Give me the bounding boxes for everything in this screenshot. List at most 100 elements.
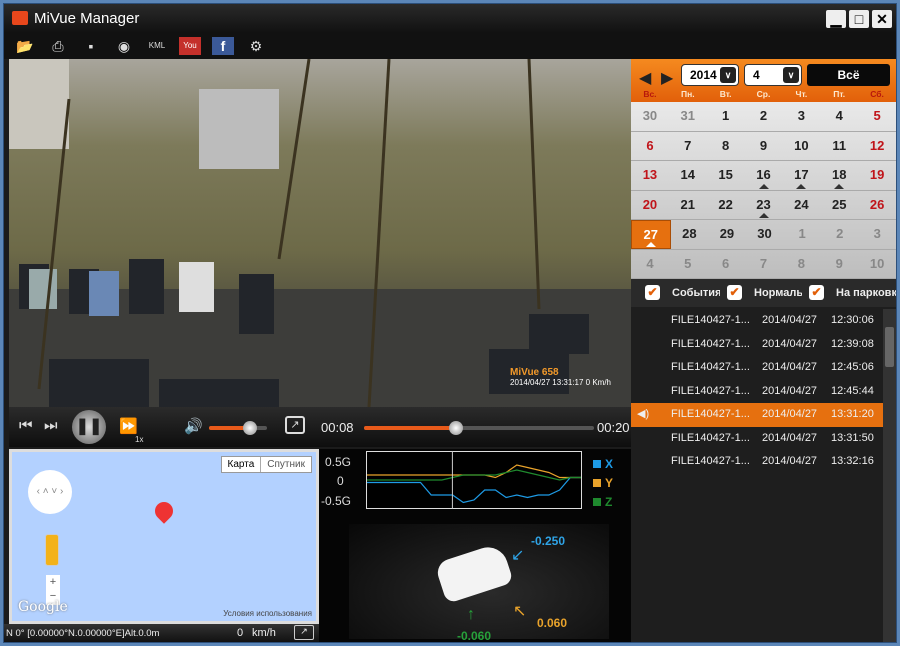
kml-export-icon[interactable]: KML [146,37,168,55]
day-number: 2 [836,226,844,241]
zoom-in-button[interactable]: + [46,575,60,589]
calendar-day[interactable]: 11 [820,132,858,161]
year-select[interactable]: 2014 ∨ [681,64,739,86]
calendar-day[interactable]: 21 [669,191,707,220]
file-list-item[interactable]: FILE140427-1... 2014/04/27 12:30:06 [631,309,883,333]
pause-button[interactable]: ❚❚ [72,410,106,444]
calendar-day[interactable]: 27 [631,220,671,249]
next-frame-button[interactable]: ⏭ [44,417,58,434]
filter-checkbox[interactable]: ✔ [727,285,742,300]
calendar-day[interactable]: 15 [707,161,745,190]
calendar-day[interactable]: 31 [669,102,707,131]
calendar-day[interactable]: 17 [782,161,820,190]
calendar-day[interactable]: 3 [858,220,896,249]
show-all-button[interactable]: Всё [807,64,890,86]
calendar-day[interactable]: 1 [783,220,821,249]
calendar-day[interactable]: 3 [782,102,820,131]
calendar-day[interactable]: 16 [745,161,783,190]
calendar-day[interactable]: 26 [858,191,896,220]
calendar-day[interactable]: 6 [631,132,669,161]
calendar-day[interactable]: 20 [631,191,669,220]
map-expand-button[interactable]: ↗ [294,625,314,640]
calendar-day[interactable]: 19 [858,161,896,190]
speed-unit-dropdown[interactable]: km/h [252,627,276,639]
calendar-day[interactable]: 7 [669,132,707,161]
file-time: 13:31:50 [831,431,874,444]
calendar-day[interactable]: 22 [707,191,745,220]
volume-icon[interactable]: 🔊 [184,417,203,435]
g-value-y: 0.060 [537,616,568,630]
calendar-day[interactable]: 1 [707,102,745,131]
map-tab[interactable]: Карта [222,457,261,472]
calendar-day[interactable]: 23 [745,191,783,220]
filter-checkbox[interactable]: ✔ [809,285,824,300]
settings-icon[interactable]: ⚙ [245,37,267,55]
print-icon[interactable]: ⎙ [47,37,69,55]
calendar-day[interactable]: 25 [820,191,858,220]
volume-slider[interactable] [209,421,267,435]
next-month-button[interactable]: ▶ [661,68,673,88]
satellite-tab[interactable]: Спутник [260,457,311,472]
calendar-day[interactable]: 9 [745,132,783,161]
day-number: 31 [680,108,696,123]
calendar-day[interactable]: 8 [782,250,820,279]
calendar-day[interactable]: 9 [820,250,858,279]
day-number: 8 [722,137,730,153]
calendar-day[interactable]: 10 [782,132,820,161]
calendar-day[interactable]: 5 [858,102,896,131]
month-select[interactable]: 4 ∨ [744,64,802,86]
calendar-day[interactable]: 2 [745,102,783,131]
arrow-y-icon: ↖ [513,603,527,620]
calendar-day[interactable]: 29 [708,220,746,249]
calendar-day[interactable]: 14 [669,161,707,190]
calendar-day[interactable]: 4 [820,102,858,131]
calendar-day[interactable]: 5 [669,250,707,279]
calendar-day[interactable]: 8 [707,132,745,161]
day-number: 22 [718,196,733,212]
day-number: 10 [794,137,809,153]
pan-control[interactable]: ‹ ˄ ˅ › [28,470,72,514]
calendar-day[interactable]: 30 [631,102,669,131]
filter-label: События [672,287,720,299]
file-list-item[interactable]: FILE140427-1... 2014/04/27 12:39:08 [631,333,883,357]
progress-slider[interactable] [364,421,594,435]
facebook-icon[interactable]: f [212,37,234,55]
video-player[interactable]: MiVue 658 2014/04/27 13:31:17 0 Km/h [9,59,631,407]
day-number: 20 [642,196,658,212]
gps-status-bar: N 0° [0.00000°N.0.00000°E]Alt.0.0m 0 km/… [4,624,319,642]
filter-checkbox[interactable]: ✔ [645,285,660,300]
calendar-day[interactable]: 10 [858,250,896,279]
minimize-button[interactable]: ▁ [826,10,846,28]
file-list-scrollbar[interactable] [883,309,896,642]
file-list-item[interactable]: FILE140427-1... 2014/04/27 13:32:16 [631,450,883,474]
calendar-day[interactable]: 4 [631,250,669,279]
calendar-day[interactable]: 28 [671,220,709,249]
map-view[interactable]: Карта Спутник ‹ ˄ ˅ › + − Google Условия и… [9,449,319,624]
calendar-day[interactable]: 2 [821,220,859,249]
save-icon[interactable]: ▪ [80,37,102,55]
file-time: 13:32:16 [831,455,874,467]
fullscreen-button[interactable]: ↗ [285,416,305,434]
file-list-item[interactable]: FILE140427-1... 2014/04/27 12:45:44 [631,380,883,404]
calendar-day[interactable]: 13 [631,161,669,190]
file-list-item[interactable]: ◀) FILE140427-1... 2014/04/27 13:31:20 [631,403,883,427]
prev-month-button[interactable]: ◀ [639,68,651,88]
terms-link[interactable]: Условия использования [223,609,312,618]
close-button[interactable]: ✕ [872,10,892,28]
youtube-icon[interactable]: You [179,37,201,55]
calendar-day[interactable]: 12 [858,132,896,161]
calendar-day[interactable]: 6 [707,250,745,279]
street-view-pegman-icon[interactable] [45,534,59,566]
snapshot-icon[interactable]: ◉ [113,37,135,55]
maximize-button[interactable]: □ [849,10,869,28]
calendar-day[interactable]: 7 [745,250,783,279]
calendar-day[interactable]: 30 [746,220,784,249]
fast-forward-button[interactable]: ⏩ [119,417,138,435]
file-date: 2014/04/27 [762,431,818,444]
open-folder-icon[interactable]: 📂 [14,37,36,55]
file-list-item[interactable]: FILE140427-1... 2014/04/27 13:31:50 [631,427,883,451]
calendar-day[interactable]: 24 [782,191,820,220]
calendar-day[interactable]: 18 [820,161,858,190]
previous-file-button[interactable]: ⏮ [19,417,33,434]
file-list-item[interactable]: FILE140427-1... 2014/04/27 12:45:06 [631,356,883,380]
